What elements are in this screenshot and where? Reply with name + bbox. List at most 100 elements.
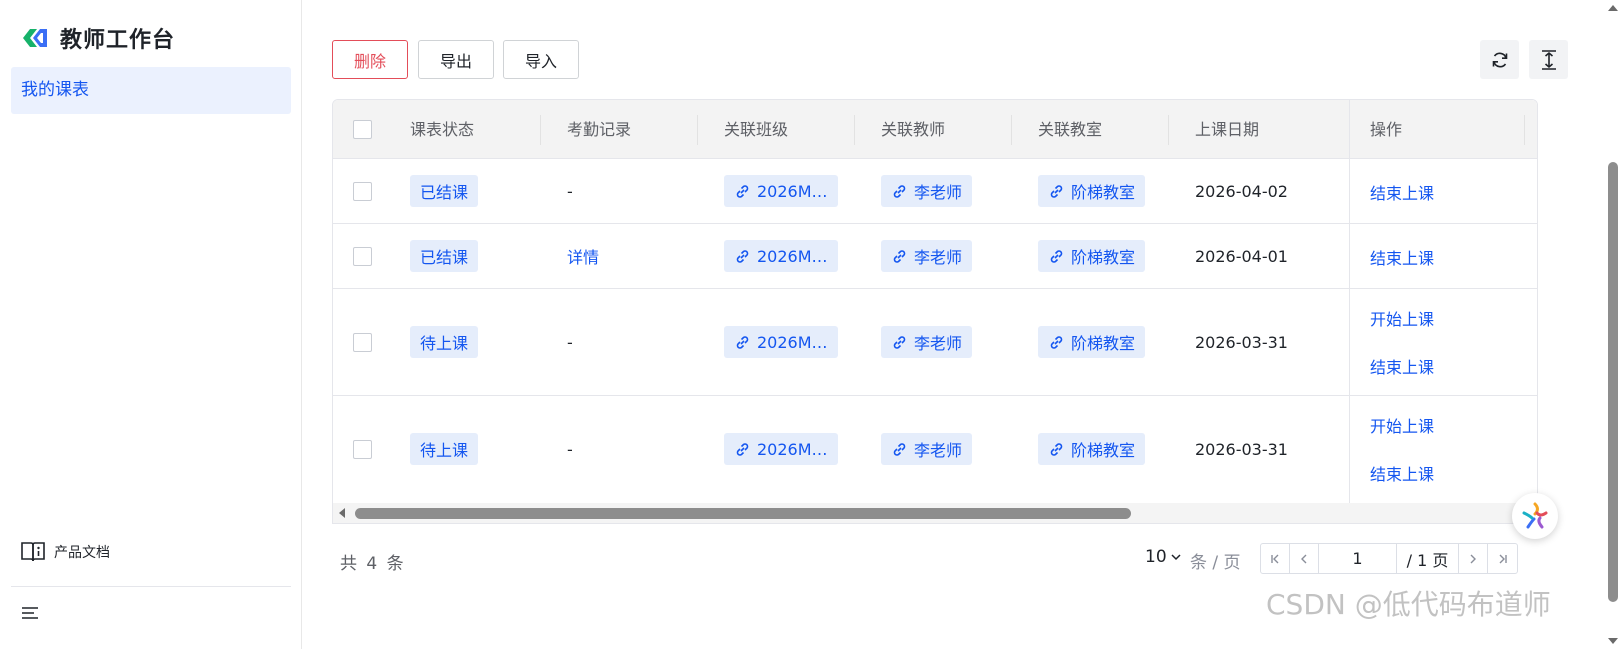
teacher-link-label: 李老师 — [914, 334, 963, 353]
app-title: 教师工作台 — [60, 28, 176, 53]
class-link-label: 2026M… — [757, 332, 828, 352]
column-header-room[interactable]: 关联教室 — [1038, 100, 1102, 159]
page-size-unit: 条 / 页 — [1190, 553, 1241, 573]
teacher-link-tag[interactable]: 李老师 — [881, 240, 973, 272]
refresh-button[interactable] — [1480, 40, 1519, 79]
scrollbar-thumb[interactable] — [355, 508, 1131, 519]
delete-button[interactable]: 删除 — [332, 40, 408, 79]
product-docs-label: 产品文档 — [54, 545, 110, 561]
room-link-tag[interactable]: 阶梯教室 — [1038, 326, 1146, 358]
status-tag[interactable]: 已结课 — [410, 175, 479, 207]
actions-header: 操作 — [1350, 100, 1537, 159]
page-vertical-scrollbar[interactable] — [1604, 0, 1622, 649]
menu-collapse-icon[interactable] — [20, 603, 40, 623]
status-tag[interactable]: 待上课 — [410, 326, 479, 358]
class-link-tag[interactable]: 2026M… — [724, 175, 838, 207]
room-link-tag[interactable]: 阶梯教室 — [1038, 433, 1146, 465]
row-checkbox[interactable] — [353, 247, 372, 266]
room-link-tag[interactable]: 阶梯教室 — [1038, 240, 1146, 272]
room-link-label: 阶梯教室 — [1071, 183, 1136, 202]
select-all-checkbox[interactable] — [353, 120, 372, 139]
next-page-button[interactable] — [1459, 544, 1488, 573]
link-icon — [1050, 184, 1063, 198]
room-link-label: 阶梯教室 — [1071, 441, 1136, 460]
sidebar: 教师工作台 我的课表 产品文档 — [0, 0, 302, 649]
end-class-link[interactable]: 结束上课 — [1370, 354, 1434, 378]
date-cell: 2026-03-31 — [1195, 332, 1288, 352]
attendance-cell: - — [567, 332, 573, 352]
status-tag[interactable]: 已结课 — [410, 240, 479, 272]
attendance-details-link[interactable]: 详情 — [567, 244, 599, 268]
start-class-link[interactable]: 开始上课 — [1370, 413, 1434, 437]
column-header-attendance[interactable]: 考勤记录 — [567, 100, 631, 159]
link-icon — [893, 442, 906, 456]
link-icon — [1050, 442, 1063, 456]
chevron-right-icon — [1470, 554, 1476, 563]
end-class-link[interactable]: 结束上课 — [1370, 245, 1434, 269]
actions-cell: 开始上课 结束上课 — [1350, 396, 1537, 503]
date-cell: 2026-04-01 — [1195, 246, 1288, 266]
end-class-link[interactable]: 结束上课 — [1370, 180, 1434, 204]
ai-assistant-button[interactable] — [1512, 493, 1558, 539]
row-checkbox[interactable] — [353, 440, 372, 459]
end-class-link[interactable]: 结束上课 — [1370, 461, 1434, 485]
column-divider — [540, 115, 541, 145]
app-logo-icon — [23, 29, 47, 47]
link-icon — [736, 184, 749, 198]
assistant-icon — [1522, 502, 1548, 529]
page-size-value: 10 — [1145, 547, 1167, 567]
book-icon — [21, 542, 45, 562]
column-header-status[interactable]: 课表状态 — [410, 100, 474, 159]
class-link-tag[interactable]: 2026M… — [724, 240, 838, 272]
import-button[interactable]: 导入 — [503, 40, 579, 79]
app-logo-row: 教师工作台 — [20, 22, 175, 54]
start-class-link[interactable]: 开始上课 — [1370, 306, 1434, 330]
chevron-left-icon — [1301, 554, 1307, 563]
scroll-left-icon[interactable] — [339, 508, 345, 518]
column-header-class[interactable]: 关联班级 — [724, 100, 788, 159]
total-count: 共 4 条 — [340, 554, 406, 574]
row-density-button[interactable] — [1529, 40, 1568, 79]
actions-cell: 开始上课 结束上课 — [1350, 289, 1537, 396]
pagination: / 1 页 — [1260, 543, 1518, 574]
link-icon — [736, 335, 749, 349]
date-cell: 2026-04-02 — [1195, 181, 1288, 201]
link-icon — [1050, 335, 1063, 349]
prev-page-button[interactable] — [1290, 544, 1319, 573]
teacher-link-tag[interactable]: 李老师 — [881, 433, 973, 465]
teacher-link-label: 李老师 — [914, 183, 963, 202]
product-docs-link[interactable]: 产品文档 — [20, 540, 110, 564]
schedule-table: 课表状态 考勤记录 关联班级 关联教师 关联教室 上课日期 已结课 - 2026… — [332, 99, 1538, 524]
room-link-tag[interactable]: 阶梯教室 — [1038, 175, 1146, 207]
actions-cell: 结束上课 — [1350, 159, 1537, 224]
export-button[interactable]: 导出 — [418, 40, 494, 79]
date-cell: 2026-03-31 — [1195, 439, 1288, 459]
first-page-button[interactable] — [1261, 544, 1290, 573]
chevron-down-icon — [1171, 554, 1181, 561]
row-checkbox[interactable] — [353, 182, 372, 201]
actions-cell: 结束上课 — [1350, 224, 1537, 289]
link-icon — [736, 249, 749, 263]
class-link-label: 2026M… — [757, 181, 828, 201]
link-icon — [893, 184, 906, 198]
sidebar-item-my-schedule[interactable]: 我的课表 — [11, 67, 291, 114]
column-header-date[interactable]: 上课日期 — [1195, 100, 1259, 159]
teacher-link-tag[interactable]: 李老师 — [881, 175, 973, 207]
class-link-tag[interactable]: 2026M… — [724, 326, 838, 358]
horizontal-scrollbar[interactable] — [333, 503, 1537, 523]
page-number-input[interactable] — [1319, 544, 1397, 573]
last-page-icon — [1499, 554, 1507, 563]
column-header-teacher[interactable]: 关联教师 — [881, 100, 945, 159]
page-size-select[interactable]: 10 — [1145, 547, 1182, 567]
main-content: 删除 导出 导入 课表状态 考勤记录 关联班级 关联教师 关联教室 上课日期 已… — [303, 0, 1622, 649]
column-divider — [1168, 115, 1169, 145]
teacher-link-tag[interactable]: 李老师 — [881, 326, 973, 358]
scroll-up-icon[interactable] — [1608, 5, 1618, 11]
status-tag[interactable]: 待上课 — [410, 433, 479, 465]
column-divider — [854, 115, 855, 145]
class-link-tag[interactable]: 2026M… — [724, 433, 838, 465]
scrollbar-thumb[interactable] — [1608, 162, 1618, 602]
row-checkbox[interactable] — [353, 333, 372, 352]
last-page-button[interactable] — [1488, 544, 1517, 573]
scroll-down-icon[interactable] — [1608, 638, 1618, 644]
